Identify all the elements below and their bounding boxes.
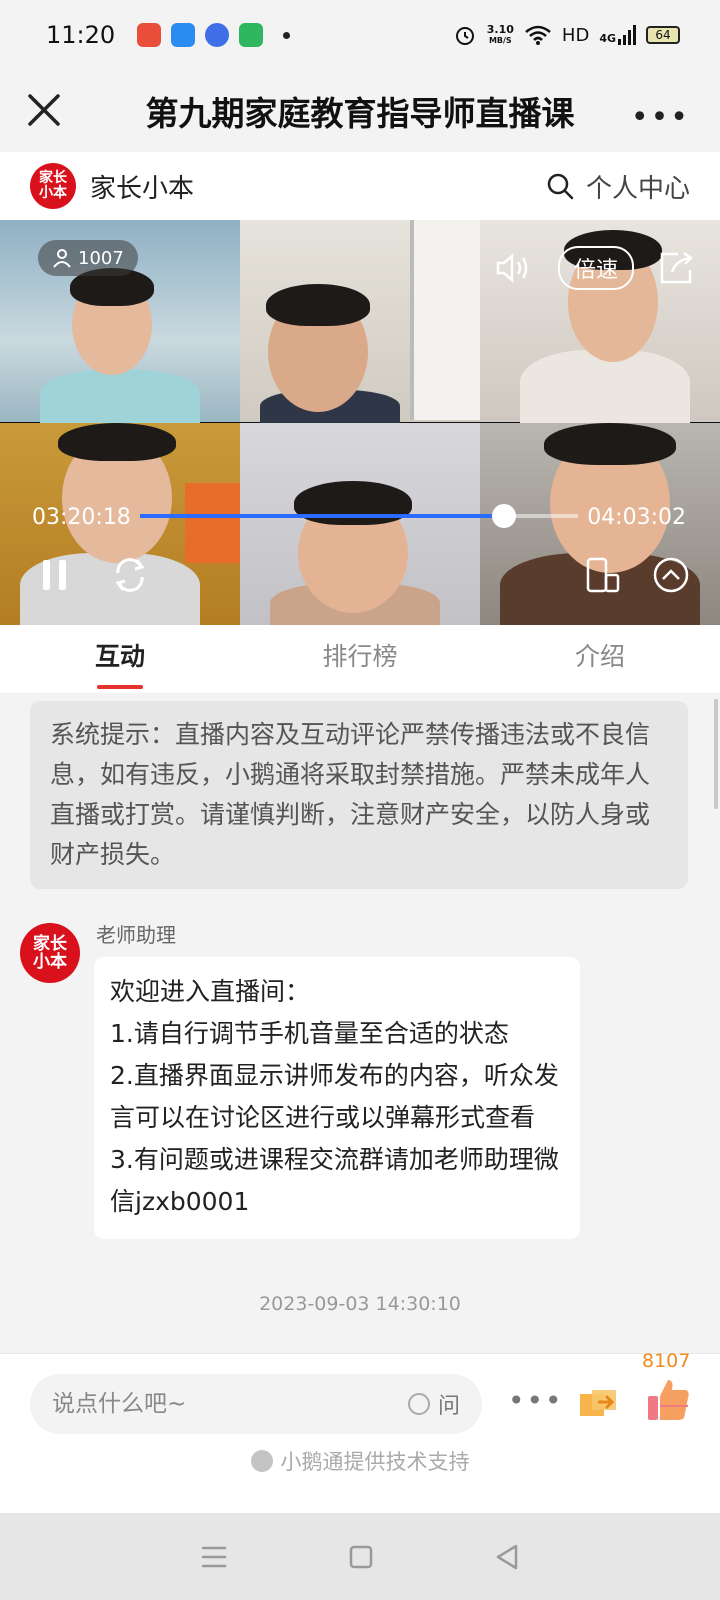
system-notice: 系统提示：直播内容及互动评论严禁传播违法或不良信息，如有违反，小鹅通将采取封禁措… — [30, 701, 688, 889]
video-participant-tile — [240, 423, 480, 625]
more-notifications-dot — [283, 31, 291, 39]
ask-label: 问 — [437, 1394, 460, 1419]
video-top-controls: 倍速 — [494, 246, 696, 290]
participant-hair — [266, 284, 370, 326]
signal-bars-icon — [618, 25, 636, 45]
alarm-icon — [455, 27, 474, 45]
net-speed-unit: MB/S — [488, 36, 512, 45]
avatar-text: 家长小本 — [33, 934, 67, 972]
comment-input[interactable] — [52, 1391, 408, 1417]
powered-by-text: 小鹅通提供技术支持 — [280, 1450, 470, 1474]
back-icon[interactable] — [494, 1543, 520, 1571]
live-video-player[interactable]: 1007 倍速 03:20:18 04:03:02 — [0, 220, 720, 625]
message-timestamp: 2023-09-03 14:30:10 — [259, 1293, 461, 1315]
input-bar: 问 ••• 8107 小鹅通提供技术支持 — [0, 1350, 720, 1513]
message-bubble: 欢迎进入直播间： 1.请自行调节手机音量至合适的状态 2.直播界面显示讲师发布的… — [94, 957, 580, 1239]
xiaoe-logo-icon — [250, 1450, 273, 1472]
current-time: 03:20:18 — [32, 505, 131, 530]
viewer-count: 1007 — [78, 247, 124, 269]
shelf — [185, 483, 240, 563]
message-line: 3.有问题或进课程交流群请加老师助理微信jzxb0001 — [110, 1145, 559, 1216]
hd-label: HD — [561, 24, 590, 46]
viewer-count-badge: 1007 — [38, 240, 138, 276]
video-bottom-left-controls — [40, 555, 150, 595]
participant-body — [40, 370, 200, 430]
volume-icon[interactable] — [494, 251, 534, 285]
more-menu-button[interactable]: ••• — [631, 100, 690, 135]
status-time: 11:20 — [46, 21, 116, 49]
refresh-icon[interactable] — [110, 555, 150, 595]
chat-area[interactable]: 系统提示：直播内容及互动评论严禁传播违法或不良信息，如有违反，小鹅通将采取封禁措… — [0, 693, 720, 1353]
net-speed-value: 3.10 — [486, 23, 514, 36]
message-line: 欢迎进入直播间： — [110, 977, 311, 1006]
ask-radio-icon[interactable] — [407, 1393, 430, 1415]
logo-text: 家长小本 — [39, 170, 67, 201]
more-options-button[interactable]: ••• — [508, 1384, 564, 1417]
profile-center-link[interactable]: 个人中心 — [586, 168, 690, 205]
progress-bar[interactable] — [140, 504, 578, 528]
avatar[interactable]: 家长小本 — [20, 923, 80, 983]
ask-question-toggle[interactable]: 问 — [407, 1388, 460, 1420]
message-line: 1.请自行调节手机音量至合适的状态 — [110, 1019, 509, 1048]
scrollbar[interactable] — [714, 699, 718, 809]
tab-introduction[interactable]: 介绍 — [480, 625, 720, 693]
progress-fill — [140, 514, 504, 518]
system-navigation-bar — [0, 1513, 720, 1600]
playback-speed-button[interactable]: 倍速 — [557, 246, 634, 290]
notification-icons — [137, 23, 291, 47]
system-indicators: 3.10 MB/S HD 4G 64 — [453, 23, 680, 47]
participant-hair — [294, 481, 412, 525]
participant-hair — [58, 423, 176, 461]
comment-input-container[interactable]: 问 — [30, 1374, 482, 1434]
battery-icon: 64 — [646, 26, 680, 44]
page-title: 第九期家庭教育指导师直播课 — [145, 94, 575, 133]
video-bottom-right-controls — [582, 555, 690, 595]
like-count: 8107 — [642, 1350, 691, 1372]
participant-body — [520, 350, 690, 430]
signal-label: 4G — [599, 32, 616, 45]
message-line: 2.直播界面显示讲师发布的内容，听众发言可以在讨论区进行或以弹幕形式查看 — [110, 1061, 559, 1132]
app-notification-icon — [171, 23, 196, 47]
net-speed: 3.10 MB/S — [487, 24, 514, 46]
tab-bar: 互动 排行榜 介绍 — [0, 625, 720, 693]
progress-knob[interactable] — [491, 504, 516, 528]
pause-icon[interactable] — [40, 558, 70, 592]
wifi-icon — [525, 25, 551, 45]
tab-leaderboard[interactable]: 排行榜 — [240, 625, 480, 693]
video-participant-tile — [240, 220, 480, 430]
total-time: 04:03:02 — [587, 505, 686, 530]
menu-icon[interactable] — [200, 1544, 228, 1570]
close-icon[interactable] — [22, 88, 66, 132]
home-icon[interactable] — [348, 1544, 374, 1570]
powered-by: 小鹅通提供技术支持 — [0, 1446, 720, 1476]
app-notification-icon — [137, 23, 162, 47]
rotate-screen-icon[interactable] — [582, 555, 622, 595]
participant-hair — [544, 423, 676, 465]
share-icon[interactable] — [658, 250, 696, 286]
window-frame — [410, 220, 480, 420]
message-app-icon — [239, 23, 264, 47]
person-icon — [53, 249, 71, 268]
brand-logo[interactable]: 家长小本 — [30, 163, 76, 209]
status-bar: 11:20 3.10 MB/S HD 4G 64 — [0, 0, 720, 70]
tab-interaction[interactable]: 互动 — [0, 625, 240, 693]
title-bar: 第九期家庭教育指导师直播课 ••• — [0, 70, 720, 152]
brand-name[interactable]: 家长小本 — [90, 168, 194, 205]
brand-bar: 家长小本 家长小本 个人中心 — [0, 152, 720, 220]
collapse-up-icon[interactable] — [652, 556, 690, 594]
search-icon[interactable] — [546, 172, 574, 200]
message-sender: 老师助理 — [96, 923, 176, 947]
like-thumb-icon[interactable] — [644, 1376, 692, 1424]
share-card-icon[interactable] — [574, 1376, 624, 1426]
baidu-icon — [205, 23, 230, 47]
signal-indicator: 4G — [599, 25, 636, 45]
